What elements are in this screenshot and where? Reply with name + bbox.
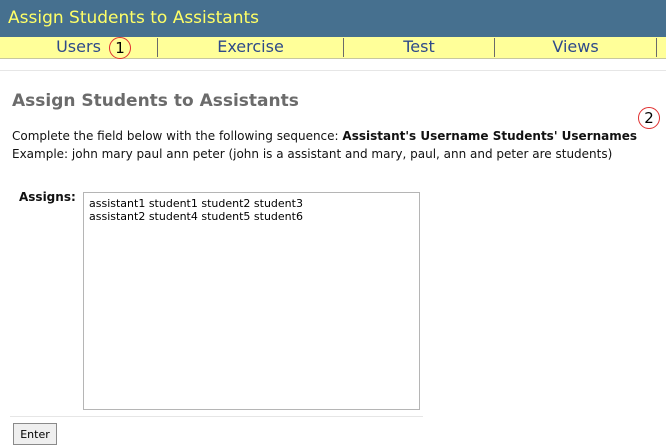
enter-button[interactable]: Enter <box>13 423 57 445</box>
instruction-text: Complete the field below with the follow… <box>12 129 637 143</box>
menu-separator <box>656 38 657 57</box>
header-divider <box>0 70 666 71</box>
callout-marker-1: 1 <box>109 37 131 59</box>
title-bar: Assign Students to Assistants <box>0 0 666 37</box>
page-title: Assign Students to Assistants <box>12 91 299 111</box>
menu-bar: Users Exercise Test Views <box>0 37 666 59</box>
callout-marker-2: 2 <box>638 107 660 129</box>
instruction-prefix: Complete the field below with the follow… <box>12 129 343 143</box>
menu-item-users[interactable]: Users <box>0 37 157 58</box>
menu-item-views[interactable]: Views <box>495 37 656 58</box>
app-title: Assign Students to Assistants <box>8 8 259 28</box>
example-text: Example: john mary paul ann peter (john … <box>12 147 613 161</box>
assigns-textarea[interactable]: assistant1 student1 student2 student3 as… <box>83 192 420 410</box>
menu-item-exercise[interactable]: Exercise <box>158 37 343 58</box>
menu-item-test[interactable]: Test <box>344 37 494 58</box>
assigns-label: Assigns: <box>19 190 76 204</box>
instruction-sequence: Assistant's Username Students' Usernames <box>342 129 638 143</box>
form-divider <box>10 416 423 417</box>
